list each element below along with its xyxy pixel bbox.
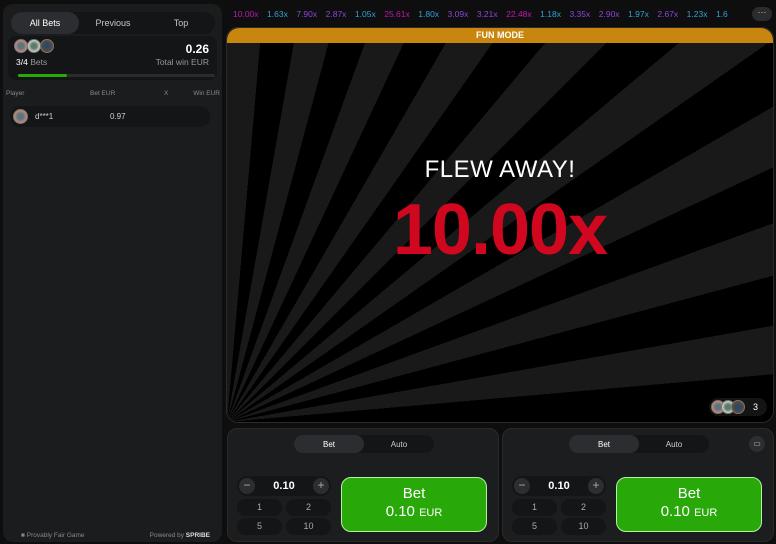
tab-top[interactable]: Top: [147, 12, 215, 34]
history-multiplier[interactable]: 1.23x: [687, 9, 708, 19]
tab-bet[interactable]: Bet: [294, 435, 364, 453]
powered-by-label: Powered by: [149, 532, 184, 539]
bet-button[interactable]: Bet 0.10 EUR: [341, 477, 487, 532]
history-multiplier[interactable]: 3.09x: [448, 9, 469, 19]
quick-amount-button[interactable]: 10: [286, 518, 331, 535]
bet-panel: Bet Auto − 0.10 + 1 2 5 10 Bet 0.10 EUR: [227, 428, 499, 542]
crash-multiplier: 10.00x: [392, 190, 608, 270]
bet-amount: 0.97: [110, 112, 126, 121]
plus-icon[interactable]: +: [588, 478, 604, 494]
col-x: X: [164, 90, 169, 97]
history-multiplier[interactable]: 1.6: [716, 9, 728, 19]
history-multiplier[interactable]: 1.05x: [355, 9, 376, 19]
flew-away-text: FLEW AWAY!: [424, 156, 576, 183]
history-multiplier[interactable]: 1.18x: [540, 9, 561, 19]
remove-panel-icon[interactable]: ▭: [749, 436, 765, 452]
game-area: FUN MODE FLEW AWAY! 10.00x 3: [226, 27, 774, 423]
provably-fair-link[interactable]: ■ Provably Fair Game: [21, 532, 85, 540]
total-win: 0.26: [185, 42, 209, 56]
bet-button[interactable]: Bet 0.10 EUR: [616, 477, 762, 532]
history-multiplier[interactable]: 2.87x: [326, 9, 347, 19]
bets-progress-fill: [18, 74, 68, 77]
history-multiplier[interactable]: 3.35x: [569, 9, 590, 19]
avatar: [27, 39, 41, 53]
online-count: 3: [753, 402, 759, 412]
bet-button-label: Bet: [677, 485, 701, 502]
quick-amount-button[interactable]: 2: [561, 499, 606, 516]
history-multiplier[interactable]: 22.48x: [506, 9, 532, 19]
col-player: Player: [6, 90, 25, 97]
bet-mode-tabs: Bet Auto: [569, 435, 709, 453]
history-multiplier[interactable]: 1.80x: [418, 9, 439, 19]
bets-tabs: All Bets Previous Top: [11, 12, 215, 34]
powered-by: Powered by SPRIBE: [150, 532, 210, 540]
tab-auto[interactable]: Auto: [364, 435, 434, 453]
quick-amount-button[interactable]: 5: [237, 518, 282, 535]
quick-amount-button[interactable]: 5: [512, 518, 557, 535]
history-multiplier[interactable]: 1.63x: [267, 9, 288, 19]
tab-auto[interactable]: Auto: [639, 435, 709, 453]
tab-previous[interactable]: Previous: [79, 12, 147, 34]
history-multiplier[interactable]: 7.90x: [296, 9, 317, 19]
col-win: Win EUR: [193, 90, 220, 97]
quick-amount-button[interactable]: 2: [286, 499, 331, 516]
bet-button-label: Bet: [402, 485, 426, 502]
avatar: [13, 109, 28, 124]
history-multiplier[interactable]: 3.21x: [477, 9, 498, 19]
multiplier-history: 10.00x 1.63x 7.90x 2.87x 1.05x 25.61x 1.80x 3.0…: [233, 9, 753, 21]
col-bet: Bet EUR: [90, 90, 116, 97]
provably-fair-label: Provably Fair Game: [26, 532, 85, 539]
history-multiplier[interactable]: 10.00x: [233, 9, 259, 19]
avatar: [40, 39, 54, 53]
ellipsis-icon[interactable]: ···: [752, 7, 772, 21]
bets-progress: [18, 74, 215, 77]
bet-panel: Bet Auto ▭ − 0.10 + 1 2 5 10 Bet 0.10 EU…: [502, 428, 774, 542]
bets-sidebar: All Bets Previous Top 3/4 Bets 0.26 Tota…: [3, 4, 222, 542]
total-win-label: Total win EUR: [155, 57, 209, 67]
bet-amount-stepper: − 0.10 +: [512, 476, 606, 496]
bet-amount-stepper: − 0.10 +: [237, 476, 331, 496]
history-multiplier[interactable]: 2.67x: [657, 9, 678, 19]
bets-count: 3/4: [16, 57, 28, 67]
avatar: [14, 39, 28, 53]
bet-mode-tabs: Bet Auto: [294, 435, 434, 453]
shield-icon: ■: [21, 532, 25, 539]
spribe-logo: SPRIBE: [185, 532, 210, 539]
history-multiplier[interactable]: 2.90x: [599, 9, 620, 19]
fun-mode-banner: FUN MODE: [227, 28, 773, 43]
quick-amount-button[interactable]: 10: [561, 518, 606, 535]
avatar: [731, 400, 745, 414]
player-name: d***1: [35, 112, 54, 121]
history-multiplier[interactable]: 1.97x: [628, 9, 649, 19]
bet-button-amount: 0.10: [385, 503, 415, 520]
bet-button-currency: EUR: [694, 507, 718, 519]
bet-button-currency: EUR: [419, 507, 443, 519]
online-players: 3: [709, 398, 767, 416]
tab-all-bets[interactable]: All Bets: [11, 12, 79, 34]
quick-amount-button[interactable]: 1: [512, 499, 557, 516]
bets-summary: 3/4 Bets 0.26 Total win EUR: [8, 36, 217, 80]
table-row: d***1 0.97: [10, 106, 210, 127]
plus-icon[interactable]: +: [313, 478, 329, 494]
tab-bet[interactable]: Bet: [569, 435, 639, 453]
bet-button-amount: 0.10: [660, 503, 690, 520]
bets-label: Bets: [30, 57, 48, 67]
quick-amount-button[interactable]: 1: [237, 499, 282, 516]
history-multiplier[interactable]: 25.61x: [384, 9, 410, 19]
